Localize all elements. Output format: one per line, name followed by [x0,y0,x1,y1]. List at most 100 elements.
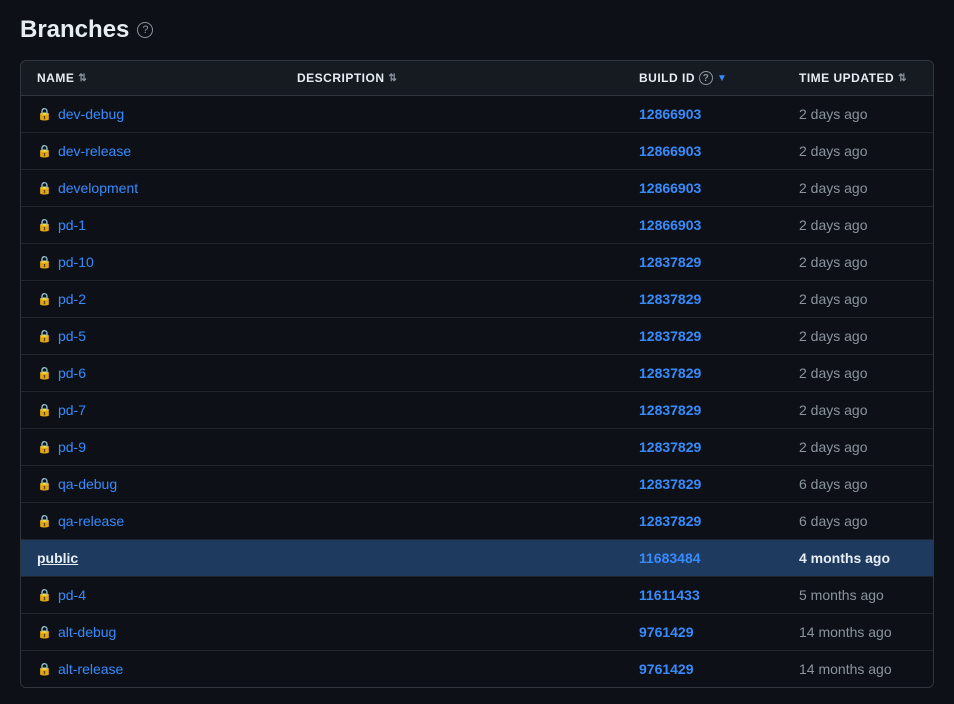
build-id-link[interactable]: 9761429 [639,661,694,677]
lock-icon: 🔒 [37,218,52,232]
table-row[interactable]: 🔒pd-6128378292 days ago [21,355,933,392]
branch-build-id-cell: 12837829 [623,244,783,281]
build-id-link[interactable]: 12866903 [639,217,701,233]
branch-name-link[interactable]: pd-10 [58,254,94,270]
table-row[interactable]: 🔒pd-4 11611433 5 months ago [21,577,933,614]
build-id-link[interactable]: 12837829 [639,476,701,492]
branch-name-link[interactable]: development [58,180,138,196]
lock-icon: 🔒 [37,440,52,454]
branch-build-id-cell: 12837829 [623,355,783,392]
branch-build-id-cell: 12837829 [623,429,783,466]
build-id-link[interactable]: 11611433 [639,587,700,603]
build-id-link[interactable]: 12837829 [639,254,701,270]
branch-name-cell: 🔒development [21,170,281,207]
table-row[interactable]: 🔒qa-release128378296 days ago [21,503,933,540]
table-row[interactable]: 🔒alt-debug 9761429 14 months ago [21,614,933,651]
branch-name-link[interactable]: alt-debug [58,624,116,640]
table-row[interactable]: 🔒dev-release128669032 days ago [21,133,933,170]
branch-name-cell: 🔒 alt-release [21,651,281,688]
branch-name-link[interactable]: dev-release [58,143,131,159]
sort-icon-time-updated: ⇅ [898,73,907,84]
branch-time-cell: 4 months ago [783,540,933,577]
build-id-link[interactable]: 12837829 [639,513,701,529]
build-id-link[interactable]: 12866903 [639,180,701,196]
build-id-link[interactable]: 9761429 [639,624,694,640]
table-row[interactable]: 🔒dev-debug128669032 days ago [21,96,933,133]
branch-description-cell [281,355,623,392]
branch-build-id-cell: 12837829 [623,281,783,318]
branch-build-id-cell: 12866903 [623,96,783,133]
branch-time-cell: 6 days ago [783,466,933,503]
build-id-link[interactable]: 12837829 [639,439,701,455]
branch-time-cell: 14 months ago [783,614,933,651]
branch-description-cell [281,614,623,651]
branch-name-cell: 🔒 pd-7 [21,392,281,429]
branch-name-link[interactable]: pd-4 [58,587,86,603]
branch-name-link[interactable]: qa-release [58,513,124,529]
branch-name-link[interactable]: pd-2 [58,291,86,307]
branch-name-cell: 🔒 pd-2 [21,281,281,318]
branch-description-cell [281,429,623,466]
branch-name-link[interactable]: pd-9 [58,439,86,455]
branch-description-cell [281,392,623,429]
page-help-icon[interactable]: ? [137,22,153,38]
branch-time-cell: 2 days ago [783,170,933,207]
table-row[interactable]: 🔒pd-9128378292 days ago [21,429,933,466]
table-row[interactable]: 🔒 pd-2 12837829 2 days ago [21,281,933,318]
branch-name-link[interactable]: public [37,550,78,566]
col-header-name[interactable]: NAME ⇅ [21,61,281,96]
build-id-link[interactable]: 12837829 [639,328,701,344]
table-row[interactable]: 🔒alt-release976142914 months ago [21,651,933,688]
table-row[interactable]: 🔒development 12866903 2 days ago [21,170,933,207]
build-id-link[interactable]: 11683484 [639,550,701,566]
build-id-link[interactable]: 12866903 [639,106,701,122]
branch-name-link[interactable]: pd-7 [58,402,86,418]
table-row[interactable]: 🔒 pd-1 12866903 2 days ago [21,207,933,244]
lock-icon: 🔒 [37,662,52,676]
branch-name-link[interactable]: qa-debug [58,476,117,492]
branch-name-link[interactable]: alt-release [58,661,123,677]
branch-name-link[interactable]: pd-1 [58,217,86,233]
branch-description-cell [281,651,623,688]
col-header-time-updated[interactable]: TIME UPDATED ⇅ [783,61,933,96]
build-id-link[interactable]: 12837829 [639,291,701,307]
branch-build-id-cell: 12866903 [623,133,783,170]
branch-time-cell: 2 days ago [783,281,933,318]
lock-icon: 🔒 [37,144,52,158]
build-id-link[interactable]: 12837829 [639,402,701,418]
lock-icon: 🔒 [37,292,52,306]
branch-description-cell [281,466,623,503]
lock-icon: 🔒 [37,403,52,417]
branch-description-cell [281,96,623,133]
branch-name-cell: 🔒pd-4 [21,577,281,614]
table-row[interactable]: 🔒qa-debug 12837829 6 days ago [21,466,933,503]
branch-time-cell: 2 days ago [783,96,933,133]
branch-name-cell: 🔒qa-debug [21,466,281,503]
branch-name-cell: 🔒pd-6 [21,355,281,392]
branch-name-link[interactable]: pd-6 [58,365,86,381]
table-row[interactable]: 🔒pd-5128378292 days ago [21,318,933,355]
branch-time-cell: 2 days ago [783,392,933,429]
branch-build-id-cell: 11611433 [623,577,783,614]
table-row[interactable]: 🔒pd-10128378292 days ago [21,244,933,281]
branch-build-id-cell: 11683484 [623,540,783,577]
branch-time-cell: 2 days ago [783,207,933,244]
branch-build-id-cell: 12837829 [623,318,783,355]
build-id-link[interactable]: 12837829 [639,365,701,381]
branch-description-cell [281,503,623,540]
branch-description-cell [281,577,623,614]
branch-time-cell: 5 months ago [783,577,933,614]
branch-name-cell: 🔒 dev-release [21,133,281,170]
col-header-build-id[interactable]: BUILD ID ? ▼ [623,61,783,96]
branch-description-cell [281,318,623,355]
branch-name-link[interactable]: dev-debug [58,106,124,122]
branch-name-cell: 🔒alt-debug [21,614,281,651]
build-id-help-icon[interactable]: ? [699,71,713,85]
table-row[interactable]: 🔒 pd-7 12837829 2 days ago [21,392,933,429]
col-header-description[interactable]: DESCRIPTION ⇅ [281,61,623,96]
table-body: 🔒 dev-debug 12866903 2 days ago 🔒 dev-release… [21,96,933,688]
branch-name-cell: 🔒 pd-1 [21,207,281,244]
branch-name-link[interactable]: pd-5 [58,328,86,344]
table-row[interactable]: public 11683484 4 months ago [21,540,933,577]
build-id-link[interactable]: 12866903 [639,143,701,159]
